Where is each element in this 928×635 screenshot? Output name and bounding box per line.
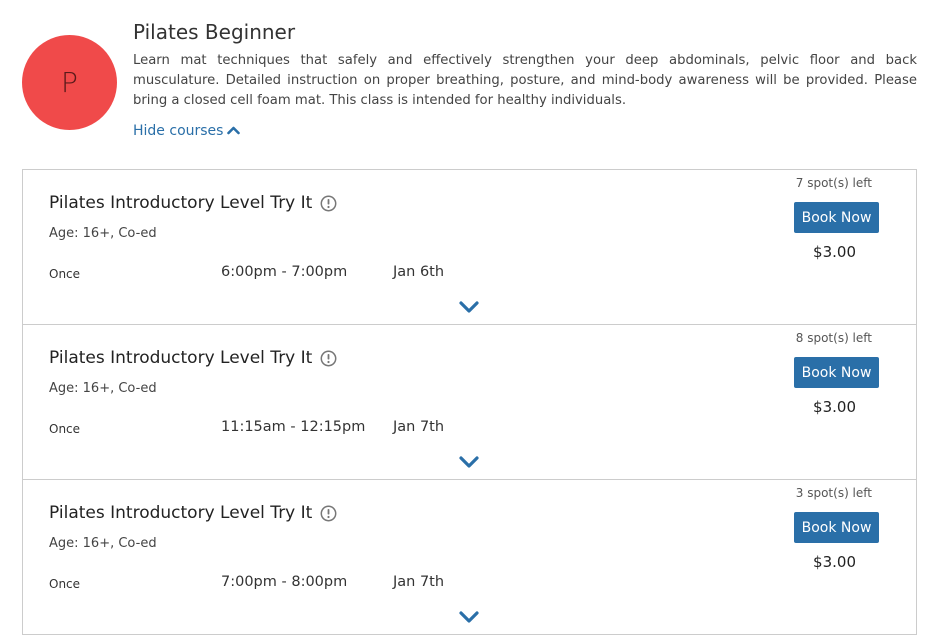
info-icon[interactable]	[320, 505, 337, 522]
course-date: Jan 7th	[393, 419, 445, 435]
course-price: $3.00	[813, 553, 856, 571]
course-name: Pilates Introductory Level Try It	[49, 348, 313, 368]
course-time: 6:00pm - 7:00pm	[221, 264, 348, 280]
expand-details-button[interactable]	[459, 610, 479, 624]
book-now-button[interactable]: Book Now	[794, 357, 879, 388]
expand-details-button[interactable]	[459, 300, 479, 314]
course-name: Pilates Introductory Level Try It	[49, 193, 313, 213]
course-card: Pilates Introductory Level Try It Age: 1…	[23, 325, 916, 480]
page: P Pilates Beginner Learn mat techniques …	[0, 0, 928, 635]
course-date: Jan 6th	[393, 264, 445, 280]
course-age-gender: Age: 16+, Co-ed	[49, 226, 157, 241]
course-card: Pilates Introductory Level Try It Age: 1…	[23, 170, 916, 325]
course-time: 11:15am - 12:15pm	[221, 419, 366, 435]
course-age-gender: Age: 16+, Co-ed	[49, 536, 157, 551]
course-age-gender: Age: 16+, Co-ed	[49, 381, 157, 396]
expand-details-button[interactable]	[459, 455, 479, 469]
course-date: Jan 7th	[393, 574, 445, 590]
course-name: Pilates Introductory Level Try It	[49, 503, 313, 523]
chevron-down-icon	[459, 611, 479, 623]
avatar: P	[22, 35, 117, 130]
course-frequency: Once	[49, 422, 81, 436]
chevron-down-icon	[459, 456, 479, 468]
spots-left: 8 spot(s) left	[795, 331, 872, 345]
course-frequency: Once	[49, 267, 81, 281]
info-icon[interactable]	[320, 195, 337, 212]
course-time: 7:00pm - 8:00pm	[221, 574, 348, 590]
program-header: P Pilates Beginner Learn mat techniques …	[0, 0, 928, 160]
chevron-up-icon	[227, 123, 241, 139]
course-title: Pilates Introductory Level Try It	[49, 503, 337, 523]
program-title: Pilates Beginner	[133, 20, 296, 44]
chevron-down-icon	[459, 301, 479, 313]
course-price: $3.00	[813, 243, 856, 261]
hide-courses-link[interactable]: Hide courses	[133, 123, 241, 139]
spots-left: 7 spot(s) left	[795, 176, 872, 190]
book-now-button[interactable]: Book Now	[794, 202, 879, 233]
course-list: Pilates Introductory Level Try It Age: 1…	[22, 169, 917, 635]
course-frequency: Once	[49, 577, 81, 591]
info-icon[interactable]	[320, 350, 337, 367]
program-description: Learn mat techniques that safely and eff…	[133, 53, 917, 108]
course-price: $3.00	[813, 398, 856, 416]
course-title: Pilates Introductory Level Try It	[49, 348, 337, 368]
book-now-button[interactable]: Book Now	[794, 512, 879, 543]
course-card: Pilates Introductory Level Try It Age: 1…	[23, 480, 916, 635]
course-title: Pilates Introductory Level Try It	[49, 193, 337, 213]
hide-courses-label: Hide courses	[133, 123, 224, 139]
spots-left: 3 spot(s) left	[795, 486, 872, 500]
